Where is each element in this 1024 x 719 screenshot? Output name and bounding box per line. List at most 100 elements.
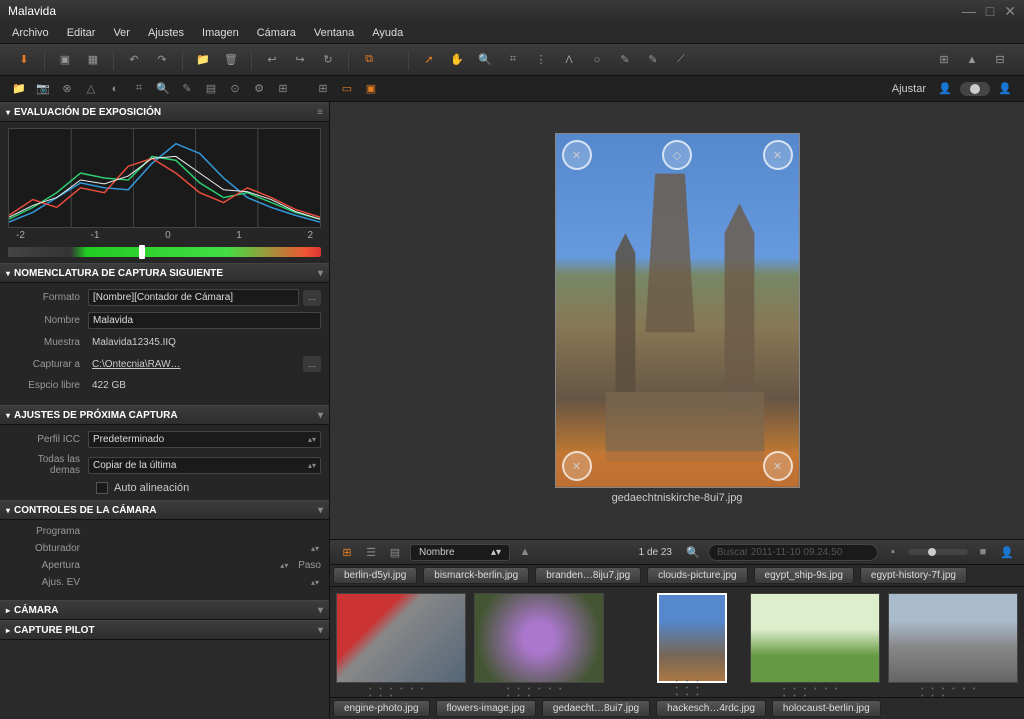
import-icon[interactable]: ⬇ (12, 48, 36, 72)
badge-tr-icon[interactable]: ✕ (763, 140, 793, 170)
programa-slider[interactable] (88, 527, 321, 537)
strip-item[interactable]: branden…8iju7.jpg (535, 567, 641, 584)
rotate-left-icon[interactable]: ↶ (122, 48, 146, 72)
thumb-large-icon[interactable]: ■ (974, 543, 992, 561)
menu-ajustes[interactable]: Ajustes (148, 27, 184, 39)
zoom-icon[interactable]: 🔍 (473, 48, 497, 72)
badge-tc-icon[interactable]: ◇ (662, 140, 692, 170)
menu-ver[interactable]: Ver (113, 27, 130, 39)
strip-item[interactable]: berlin-d5yi.jpg (333, 567, 417, 584)
hand-icon[interactable]: ✋ (445, 48, 469, 72)
panel-menu-icon[interactable]: ▾ (318, 410, 323, 421)
thumb-view-icon[interactable]: ⊞ (338, 543, 356, 561)
menu-editar[interactable]: Editar (67, 27, 96, 39)
strip-item[interactable]: flowers-image.jpg (436, 700, 536, 717)
ajusev-stepper[interactable]: ▴▾ (309, 580, 321, 585)
thumbnail[interactable]: • • • • • • • • • (336, 593, 466, 683)
panel-nextcapture-header[interactable]: AJUSTES DE PRÓXIMA CAPTURA ▾ (0, 405, 329, 425)
panel-menu-icon[interactable]: ▾ (318, 605, 323, 616)
ajusev-slider[interactable] (88, 578, 309, 588)
panel-menu-icon[interactable]: ≡ (317, 107, 323, 118)
straighten-icon[interactable]: ⋮ (529, 48, 553, 72)
thumb-small-icon[interactable]: ▪ (884, 543, 902, 561)
menu-imagen[interactable]: Imagen (202, 27, 239, 39)
badge-tl-icon[interactable]: ✕ (562, 140, 592, 170)
reset-icon[interactable]: ↻ (316, 48, 340, 72)
view-single-icon[interactable]: ▭ (338, 80, 356, 98)
menu-ventana[interactable]: Ventana (314, 27, 354, 39)
thumbnail[interactable]: • • • • • • • • • (474, 593, 604, 683)
panel-capturepilot-header[interactable]: CAPTURE PILOT ▾ (0, 620, 329, 640)
detail-icon[interactable]: 🔍 (154, 80, 172, 98)
auto-checkbox[interactable] (96, 482, 108, 494)
obturador-stepper[interactable]: ▴▾ (309, 546, 321, 551)
cursor-icon[interactable]: ➚ (417, 48, 441, 72)
nombre-input[interactable]: Malavida (88, 312, 321, 329)
grid-icon[interactable]: ⊞ (932, 48, 956, 72)
panel-menu-icon[interactable]: ▾ (318, 268, 323, 279)
user2-icon[interactable]: 👤 (996, 80, 1014, 98)
strip-item[interactable]: holocaust-berlin.jpg (772, 700, 881, 717)
exposure-slider[interactable] (8, 247, 321, 257)
user3-icon[interactable]: 👤 (998, 543, 1016, 561)
apertura-slider[interactable] (88, 561, 278, 571)
library-icon[interactable]: 📁 (10, 80, 28, 98)
exposure-tab-icon[interactable]: △ (82, 80, 100, 98)
crop-icon[interactable]: ⌗ (501, 48, 525, 72)
preview-image[interactable]: ✕ ◇ ✕ ✕ ✕ (555, 133, 800, 488)
brush-icon[interactable]: ✎ (613, 48, 637, 72)
apertura-stepper[interactable]: ▴▾ (278, 563, 290, 568)
strip-item[interactable]: engine-photo.jpg (333, 700, 430, 717)
badge-br-icon[interactable]: ✕ (763, 451, 793, 481)
layout1-icon[interactable]: ▣ (53, 48, 77, 72)
icc-select[interactable]: Predeterminado▴▾ (88, 431, 321, 448)
keystone-icon[interactable]: Λ (557, 48, 581, 72)
menu-camara[interactable]: Cámara (257, 27, 296, 39)
thumb-size-slider[interactable] (908, 549, 968, 555)
list-view-icon[interactable]: ☰ (362, 543, 380, 561)
strip-item[interactable]: egypt_ship-9s.jpg (754, 567, 854, 584)
demas-select[interactable]: Copiar de la última▴▾ (88, 457, 321, 474)
undo-icon[interactable]: ↩ (260, 48, 284, 72)
local-icon[interactable]: ✎ (178, 80, 196, 98)
maximize-icon[interactable]: □ (986, 3, 994, 20)
panel-camera-header[interactable]: CÁMARA ▾ (0, 600, 329, 620)
panel-menu-icon[interactable]: ▾ (318, 625, 323, 636)
strip-item[interactable]: egypt-history-7f.jpg (860, 567, 967, 584)
redo-icon[interactable]: ↪ (288, 48, 312, 72)
copies-icon[interactable]: ⧉ (357, 48, 381, 72)
panel-menu-icon[interactable]: ▾ (318, 505, 323, 516)
view-grid-icon[interactable]: ⊞ (314, 80, 332, 98)
layout2-icon[interactable]: ▦ (81, 48, 105, 72)
output-icon[interactable]: ⊙ (226, 80, 244, 98)
trash-icon[interactable]: 🗑 (219, 48, 243, 72)
menu-archivo[interactable]: Archivo (12, 27, 49, 39)
strip-item[interactable]: hackesch…4rdc.jpg (656, 700, 766, 717)
filmstrip-icon[interactable]: ▤ (386, 543, 404, 561)
obturador-slider[interactable] (88, 544, 309, 554)
capturar-value[interactable]: C:\Ontecnia\RAW… (88, 357, 299, 372)
formato-input[interactable]: [Nombre][Contador de Cámara] (88, 289, 299, 306)
viewer-main[interactable]: ✕ ◇ ✕ ✕ ✕ gedaechtniskirche-8ui7.jpg (330, 102, 1024, 539)
warning-icon[interactable]: ▲ (960, 48, 984, 72)
strip-item[interactable]: gedaecht…8ui7.jpg (542, 700, 650, 717)
thumbnail-selected[interactable]: • • • • • • • • • (657, 593, 727, 683)
sort-dir-icon[interactable]: ▲ (516, 543, 534, 561)
minimize-icon[interactable]: — (962, 3, 976, 20)
eyedropper-icon[interactable]: ✎ (641, 48, 665, 72)
batch-icon[interactable]: ⊞ (274, 80, 292, 98)
strip-item[interactable]: bismarck-berlin.jpg (423, 567, 529, 584)
picker-icon[interactable]: ⟋ (669, 48, 693, 72)
menu-ayuda[interactable]: Ayuda (372, 27, 403, 39)
sort-dropdown[interactable]: Nombre▴▾ (410, 544, 510, 561)
search-input[interactable]: Buscar 2011-11-10 09.24.50 (708, 544, 878, 561)
view-multi-icon[interactable]: ▣ (362, 80, 380, 98)
camera-tab-icon[interactable]: 📷 (34, 80, 52, 98)
crop-tab-icon[interactable]: ⌗ (130, 80, 148, 98)
close-icon[interactable]: ✕ (1004, 3, 1016, 20)
color-icon[interactable]: ⊗ (58, 80, 76, 98)
metadata-icon[interactable]: ▤ (202, 80, 220, 98)
thumbnail[interactable]: • • • • • • • • • (888, 593, 1018, 683)
badge-bl-icon[interactable]: ✕ (562, 451, 592, 481)
search-icon[interactable]: 🔍 (684, 543, 702, 561)
